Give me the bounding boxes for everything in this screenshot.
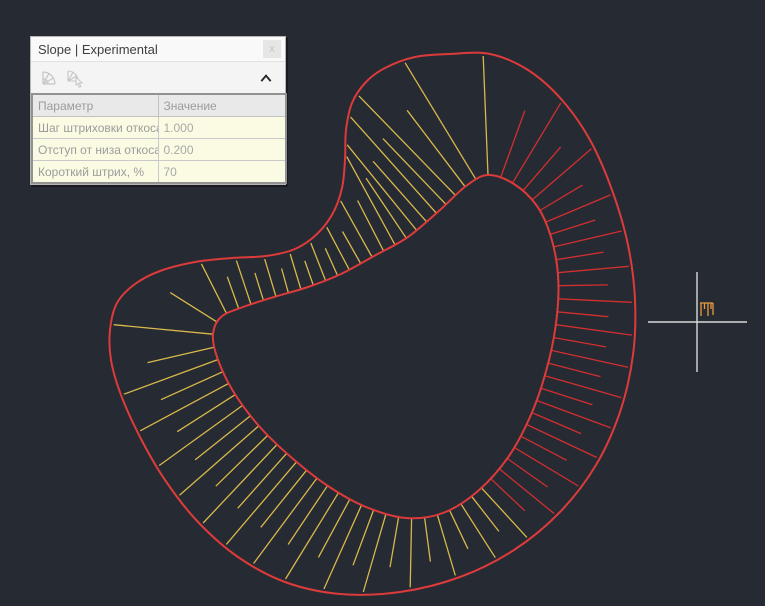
cad-viewport: Slope | Experimental x: [0, 0, 765, 606]
table-row: Отступ от низа откоса 0.200: [32, 139, 286, 161]
parameter-table: Параметр Значение Шаг штриховки откоса 1…: [31, 93, 287, 184]
slope-badge-icon: [700, 303, 713, 316]
param-value-field[interactable]: 1.000: [158, 117, 286, 139]
panel-titlebar[interactable]: Slope | Experimental x: [31, 37, 285, 62]
header-value: Значение: [158, 94, 286, 117]
panel-title: Slope | Experimental: [38, 42, 158, 57]
param-label: Отступ от низа откоса: [32, 139, 158, 161]
param-value-field[interactable]: 70: [158, 161, 286, 184]
table-header-row: Параметр Значение: [32, 94, 286, 117]
param-label: Короткий штрих, %: [32, 161, 158, 184]
slope-fan-icon: [39, 68, 59, 88]
param-value-field[interactable]: 0.200: [158, 139, 286, 161]
close-button[interactable]: x: [263, 40, 281, 58]
crosshair-cursor: [648, 272, 747, 372]
table-row: Короткий штрих, % 70: [32, 161, 286, 184]
table-row: Шаг штриховки откоса 1.000: [32, 117, 286, 139]
slope-pick-tool-button[interactable]: [63, 66, 87, 90]
panel-toolbar: [31, 62, 285, 93]
chevron-up-icon: [259, 72, 273, 84]
header-param: Параметр: [32, 94, 158, 117]
slope-panel: Slope | Experimental x: [30, 36, 286, 185]
collapse-button[interactable]: [253, 66, 279, 90]
slope-create-tool-button[interactable]: [37, 66, 61, 90]
slope-fan-cursor-icon: [65, 68, 85, 88]
param-label: Шаг штриховки откоса: [32, 117, 158, 139]
